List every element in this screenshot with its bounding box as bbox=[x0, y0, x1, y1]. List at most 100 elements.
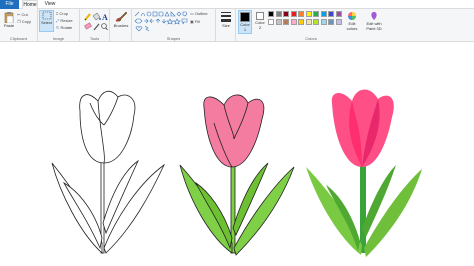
brush-icon bbox=[115, 11, 128, 22]
color-swatch[interactable] bbox=[268, 11, 274, 17]
color-swatch[interactable] bbox=[290, 19, 297, 25]
clipboard-group: Paste ✂ Cut ❐ Copy Clipboard bbox=[0, 9, 38, 42]
shapes-gallery[interactable] bbox=[134, 11, 188, 32]
select-button[interactable]: Select bbox=[39, 10, 54, 32]
color-swatch[interactable] bbox=[328, 19, 334, 25]
size-button[interactable]: Size bbox=[219, 11, 233, 28]
curve-shape-icon bbox=[140, 13, 146, 17]
tab-home[interactable]: Home bbox=[22, 0, 38, 9]
clipboard-group-label: Clipboard bbox=[9, 36, 28, 41]
tools-icons: A bbox=[84, 12, 108, 31]
copy-button[interactable]: ❐ Copy bbox=[17, 19, 31, 24]
color1-button[interactable]: Color 1 bbox=[238, 10, 252, 34]
oval-shape-icon bbox=[146, 11, 152, 17]
fill-icon: ▣ bbox=[190, 19, 194, 25]
tab-view[interactable]: View bbox=[42, 0, 58, 9]
color-swatch[interactable] bbox=[335, 19, 342, 25]
color-picker-icon[interactable] bbox=[93, 23, 100, 31]
size-group: Size bbox=[216, 9, 236, 42]
tulip-artwork bbox=[51, 89, 422, 257]
color-swatch[interactable] bbox=[313, 11, 319, 17]
brushes-group: Brushes bbox=[110, 9, 132, 42]
right-triangle-shape-icon bbox=[170, 11, 176, 17]
line-size-icon bbox=[221, 12, 231, 22]
right-arrow-shape-icon bbox=[144, 18, 149, 24]
colors-group: Color 1 Color 2 Edit colors Edit with Pa… bbox=[236, 9, 386, 42]
text-icon[interactable]: A bbox=[102, 13, 108, 22]
star-shape-icon bbox=[166, 18, 174, 25]
crop-label: Crop bbox=[59, 11, 69, 16]
edit-colors-label: Edit colors bbox=[346, 21, 358, 31]
shapes-group: ▭ Outline ▣ Fill Shapes bbox=[132, 9, 216, 42]
rotate-button[interactable]: ↻ Rotate bbox=[56, 25, 72, 30]
eraser-icon[interactable] bbox=[84, 22, 92, 30]
color1-label: Color 1 bbox=[240, 22, 250, 32]
scissors-icon: ✂ bbox=[17, 12, 21, 18]
size-label: Size bbox=[222, 23, 230, 28]
callout-shape-icon bbox=[181, 18, 188, 25]
color-swatch[interactable] bbox=[283, 11, 289, 17]
paint3d-button[interactable]: Edit with Paint 3D bbox=[364, 11, 384, 31]
paste-button[interactable]: Paste bbox=[2, 11, 16, 28]
edit-colors-button[interactable]: Edit colors bbox=[344, 11, 360, 31]
five-point-star-icon bbox=[173, 18, 181, 25]
tulip-outline-drawing bbox=[51, 90, 165, 254]
color-swatch[interactable] bbox=[298, 11, 304, 17]
color-swatch[interactable] bbox=[268, 19, 274, 25]
tools-group: A Tools bbox=[80, 9, 110, 42]
select-label: Select bbox=[40, 20, 53, 25]
color2-button[interactable]: Color 2 bbox=[254, 12, 266, 30]
brushes-label: Brushes bbox=[113, 23, 129, 28]
color2-label: Color 2 bbox=[255, 20, 265, 30]
rectangle-shape-icon bbox=[152, 11, 158, 17]
color-swatch[interactable] bbox=[313, 19, 319, 25]
copy-label: Copy bbox=[21, 19, 32, 24]
triangle-shape-icon bbox=[164, 11, 170, 17]
brushes-button[interactable]: Brushes bbox=[112, 11, 130, 28]
heart-shape-icon bbox=[135, 26, 143, 32]
color-swatch[interactable] bbox=[335, 11, 342, 17]
color-swatch[interactable] bbox=[320, 19, 327, 25]
resize-button[interactable]: ⤢ Resize bbox=[56, 18, 73, 23]
color-wheel-icon bbox=[348, 12, 356, 20]
tulip-vivid-drawing bbox=[306, 89, 422, 257]
color-swatch[interactable] bbox=[275, 19, 282, 25]
drawing-canvas[interactable] bbox=[0, 43, 474, 266]
color-swatch[interactable] bbox=[275, 11, 282, 17]
magnifier-icon[interactable] bbox=[101, 23, 108, 31]
diamond-shape-icon bbox=[176, 11, 182, 17]
resize-icon: ⤢ bbox=[56, 18, 60, 24]
cut-button[interactable]: ✂ Cut bbox=[17, 12, 28, 17]
fill-dropdown[interactable]: ▣ Fill bbox=[190, 19, 200, 24]
color-palette bbox=[268, 11, 344, 27]
tab-file[interactable]: File bbox=[0, 0, 19, 9]
crop-button[interactable]: ⌗ Crop bbox=[56, 11, 68, 16]
color-swatch[interactable] bbox=[328, 11, 334, 17]
color-swatch[interactable] bbox=[305, 11, 312, 17]
color-swatch[interactable] bbox=[305, 19, 312, 25]
resize-label: Resize bbox=[60, 18, 73, 23]
rotate-label: Rotate bbox=[60, 25, 73, 30]
image-group-label: Image bbox=[52, 36, 65, 41]
tulip-light-drawing bbox=[179, 94, 295, 256]
ribbon-tabs: File Home View bbox=[0, 0, 474, 9]
colors-group-label: Colors bbox=[305, 36, 317, 41]
paste-icon bbox=[4, 12, 14, 23]
paint3d-icon bbox=[371, 12, 377, 20]
line-shape-icon bbox=[134, 11, 140, 17]
pencil-icon[interactable] bbox=[84, 13, 91, 21]
color1-swatch bbox=[240, 12, 250, 22]
color2-swatch bbox=[256, 12, 264, 20]
outline-dropdown[interactable]: ▭ Outline bbox=[190, 11, 208, 16]
color-swatch[interactable] bbox=[298, 19, 304, 25]
color-swatch[interactable] bbox=[283, 19, 289, 25]
paint3d-label: Edit with Paint 3D bbox=[366, 21, 382, 31]
color-swatch[interactable] bbox=[290, 11, 297, 17]
fill-bucket-icon[interactable] bbox=[92, 12, 101, 21]
ribbon: Paste ✂ Cut ❐ Copy Clipboard Select ⌗ Cr… bbox=[0, 9, 474, 42]
shapes-group-label: Shapes bbox=[166, 36, 181, 41]
select-icon bbox=[42, 11, 51, 20]
image-group: Select ⌗ Crop ⤢ Resize ↻ Rotate Image bbox=[38, 9, 80, 42]
color-swatch[interactable] bbox=[320, 11, 327, 17]
hexagon-shape-icon bbox=[134, 18, 143, 24]
